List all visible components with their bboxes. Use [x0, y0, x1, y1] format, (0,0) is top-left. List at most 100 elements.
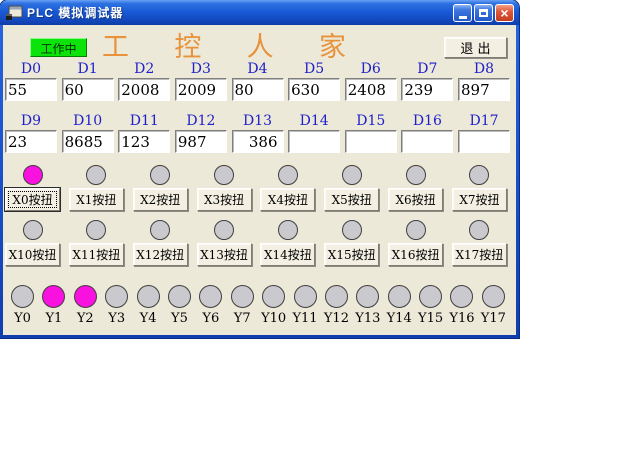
d-register-label: D7 [401, 61, 453, 78]
y-output-cell: Y10 [259, 285, 288, 326]
d-register-input[interactable] [232, 78, 284, 101]
y-output-label: Y17 [481, 312, 506, 326]
d-register-input[interactable] [401, 78, 453, 101]
d-register-label: D8 [458, 61, 510, 78]
y-output-led [231, 285, 254, 308]
d-register-label: D10 [62, 113, 114, 130]
banner-char: 工 [102, 25, 129, 64]
y-output-led [42, 285, 65, 308]
y-output-cell: Y16 [447, 285, 476, 326]
y-output-label: Y15 [418, 312, 443, 326]
d-register-input[interactable] [62, 130, 114, 153]
y-output-cell: Y12 [322, 285, 351, 326]
titlebar[interactable]: PLC 模拟调试器 × [0, 0, 519, 25]
d-register-label: D6 [345, 61, 397, 78]
y-output-cell: Y1 [39, 285, 68, 326]
y-output-led [388, 285, 411, 308]
x-input-led [278, 165, 298, 185]
x-input-cell: X6按扭 [388, 165, 443, 211]
d-register-label: D5 [288, 61, 340, 78]
minimize-icon [459, 16, 467, 19]
x-input-led [342, 165, 362, 185]
y-output-cell: Y14 [385, 285, 414, 326]
d-register-input[interactable] [232, 130, 284, 153]
banner-char: 家 [319, 25, 346, 64]
d-register-cell: D15 [345, 113, 397, 153]
y-output-led [11, 285, 34, 308]
x-input-button[interactable]: X12按扭 [133, 243, 188, 266]
y-output-cell: Y17 [479, 285, 508, 326]
x-input-button[interactable]: X1按扭 [69, 188, 124, 211]
d-register-input[interactable] [5, 130, 57, 153]
minimize-button[interactable] [453, 4, 472, 22]
d-register-label: D12 [175, 113, 227, 130]
client-area: 工作中 工 控 人 家 退 出 D0 D1 [3, 25, 516, 335]
y-output-label: Y1 [45, 312, 62, 326]
x-input-button[interactable]: X11按扭 [69, 243, 124, 266]
x-input-button[interactable]: X0按扭 [5, 188, 60, 211]
d-register-cell: D1 [62, 61, 114, 101]
x-input-button[interactable]: X13按扭 [197, 243, 252, 266]
y-output-cell: Y2 [71, 285, 100, 326]
x-input-button[interactable]: X14按扭 [260, 243, 315, 266]
x-input-cell: X14按扭 [260, 220, 315, 266]
x-input-button[interactable]: X3按扭 [197, 188, 252, 211]
y-output-led [419, 285, 442, 308]
d-register-input[interactable] [345, 78, 397, 101]
y-output-label: Y2 [77, 312, 94, 326]
d-register-input[interactable] [175, 130, 227, 153]
x-input-button[interactable]: X5按扭 [324, 188, 379, 211]
y-output-led [262, 285, 285, 308]
x-input-cell: X0按扭 [5, 165, 60, 211]
d-register-label: D9 [5, 113, 57, 130]
d-register-input[interactable] [175, 78, 227, 101]
x-input-button[interactable]: X10按扭 [5, 243, 60, 266]
exit-button[interactable]: 退 出 [444, 37, 507, 58]
close-button[interactable]: × [495, 4, 514, 22]
d-register-input[interactable] [288, 130, 340, 153]
x-input-button[interactable]: X2按扭 [133, 188, 188, 211]
d-register-row-1: D0 D1 D2 D3 D4 [5, 61, 510, 101]
x-input-button[interactable]: X15按扭 [324, 243, 379, 266]
d-register-cell: D6 [345, 61, 397, 101]
d-register-label: D2 [118, 61, 170, 78]
d-register-cell: D0 [5, 61, 57, 101]
d-register-label: D4 [232, 61, 284, 78]
y-output-row: Y0 Y1 Y2 Y3 Y4 [8, 285, 508, 326]
x-input-led [469, 220, 489, 240]
x-input-cell: X10按扭 [5, 220, 60, 266]
d-register-cell: D8 [458, 61, 510, 101]
d-register-cell: D9 [5, 113, 57, 153]
y-output-label: Y3 [108, 312, 125, 326]
d-register-cell: D4 [232, 61, 284, 101]
maximize-button[interactable] [474, 4, 493, 22]
x-input-cell: X16按扭 [388, 220, 443, 266]
d-register-cell: D16 [401, 113, 453, 153]
d-register-input[interactable] [458, 78, 510, 101]
d-register-input[interactable] [62, 78, 114, 101]
x-input-led [86, 220, 106, 240]
x-input-cell: X4按扭 [260, 165, 315, 211]
d-register-input[interactable] [401, 130, 453, 153]
x-input-cell: X17按扭 [452, 220, 507, 266]
d-register-input[interactable] [5, 78, 57, 101]
y-output-label: Y10 [261, 312, 286, 326]
d-register-cell: D2 [118, 61, 170, 101]
d-register-cell: D12 [175, 113, 227, 153]
app-icon [5, 5, 23, 21]
d-register-input[interactable] [118, 78, 170, 101]
x-input-led [469, 165, 489, 185]
d-register-input[interactable] [118, 130, 170, 153]
y-output-cell: Y7 [228, 285, 257, 326]
x-input-button[interactable]: X6按扭 [388, 188, 443, 211]
titlebar-buttons: × [453, 4, 514, 22]
x-input-button[interactable]: X17按扭 [452, 243, 507, 266]
x-input-button[interactable]: X4按扭 [260, 188, 315, 211]
d-register-input[interactable] [288, 78, 340, 101]
x-input-led [214, 165, 234, 185]
x-input-button[interactable]: X7按扭 [452, 188, 507, 211]
d-register-input[interactable] [458, 130, 510, 153]
d-register-input[interactable] [345, 130, 397, 153]
x-input-button[interactable]: X16按扭 [388, 243, 443, 266]
status-button[interactable]: 工作中 [30, 38, 87, 57]
